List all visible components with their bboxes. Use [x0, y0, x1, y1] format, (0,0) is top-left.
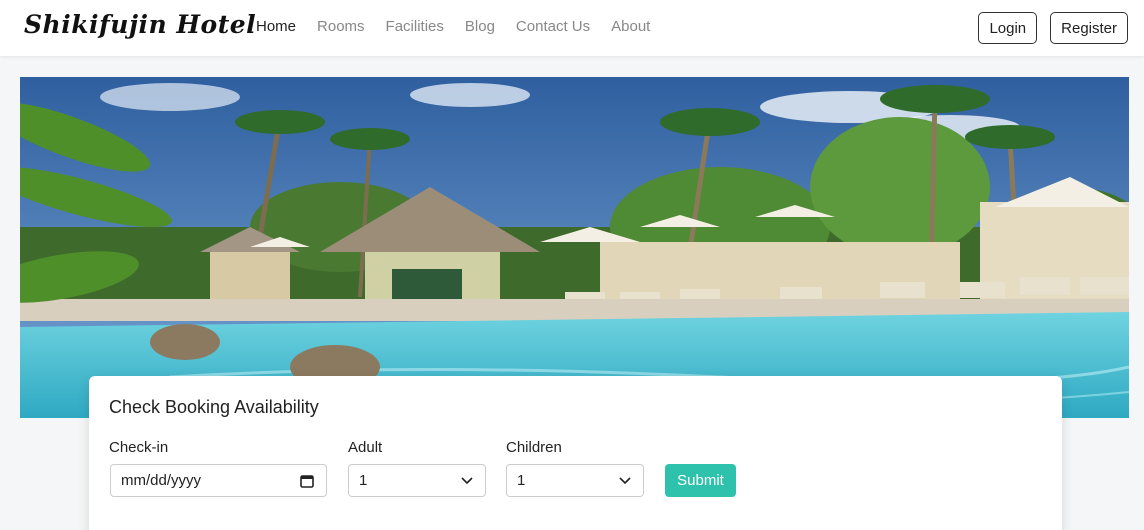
nav-link-home[interactable]: Home [256, 18, 296, 35]
children-value: 1 [517, 472, 526, 489]
adult-select[interactable]: 1 [348, 464, 486, 497]
hero-image [20, 77, 1129, 418]
nav-links: Home Rooms Facilities Blog Contact Us Ab… [256, 18, 671, 35]
checkin-value: mm/dd/yyyy [121, 472, 202, 489]
booking-card: Check Booking Availability Check-in mm/d… [89, 376, 1062, 530]
auth-buttons: Login Register [978, 12, 1128, 44]
chevron-down-icon [619, 477, 631, 485]
brand-logo[interactable]: Shikifujin Hotel [24, 10, 256, 39]
login-button[interactable]: Login [978, 12, 1038, 44]
nav-link-facilities[interactable]: Facilities [386, 18, 444, 35]
navbar: Shikifujin Hotel Home Rooms Facilities B… [0, 0, 1144, 56]
resort-pool-illustration [20, 77, 1129, 418]
nav-link-about[interactable]: About [611, 18, 650, 35]
checkin-label: Check-in [109, 439, 169, 456]
children-label: Children [506, 439, 562, 456]
adult-value: 1 [359, 472, 368, 489]
children-select[interactable]: 1 [506, 464, 644, 497]
chevron-down-icon [461, 477, 473, 485]
calendar-icon[interactable] [300, 474, 314, 488]
checkin-date-input[interactable]: mm/dd/yyyy [110, 464, 327, 497]
nav-link-contact-us[interactable]: Contact Us [516, 18, 590, 35]
register-button[interactable]: Register [1050, 12, 1128, 44]
submit-button[interactable]: Submit [665, 464, 736, 497]
nav-link-blog[interactable]: Blog [465, 18, 495, 35]
nav-link-rooms[interactable]: Rooms [317, 18, 365, 35]
adult-label: Adult [348, 439, 383, 456]
booking-title: Check Booking Availability [109, 397, 319, 417]
